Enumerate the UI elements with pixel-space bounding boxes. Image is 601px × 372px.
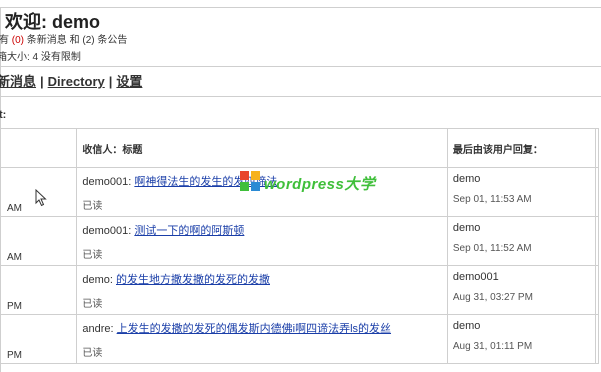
divider bbox=[0, 96, 601, 97]
last-reply-user: demo bbox=[452, 173, 481, 185]
msg-middle: 条新消息 和 bbox=[26, 35, 80, 46]
last-reply-user: demo bbox=[452, 320, 481, 332]
last-reply-cell: demo Aug 31, 01:11 PM bbox=[446, 314, 597, 364]
last-reply-cell: demo001 Aug 31, 03:27 PM bbox=[446, 265, 597, 315]
last-reply-time: Aug 31, 03:27 PM bbox=[452, 292, 533, 303]
last-reply-user: demo bbox=[452, 222, 481, 234]
read-status: 已读 bbox=[82, 299, 103, 310]
last-reply-time: Sep 01, 11:53 AM bbox=[452, 194, 532, 205]
nav-separator: | bbox=[108, 74, 113, 89]
time-cell: AM bbox=[0, 216, 78, 266]
table-header-row: 收信人：标题 最后由该用户回复： bbox=[0, 128, 599, 168]
time-tail: AM bbox=[7, 252, 22, 263]
time-tail: PM bbox=[7, 301, 22, 312]
last-reply-time: Aug 31, 01:11 PM bbox=[452, 341, 533, 352]
table-row: PM demo: 的发生地方撒发撒的发死的发撒 已读 demo001 Aug 3… bbox=[0, 265, 599, 315]
subject-cell: andre: 上发生的发撒的发死的偶发斯内德佛i啊四谛法弄ls的发丝 已读 bbox=[76, 314, 448, 364]
time-cell: PM bbox=[0, 314, 78, 364]
extra-cell bbox=[595, 216, 599, 266]
mailbox-quota: 箱大小: 4 没有限制 bbox=[0, 52, 81, 63]
subject-cell: demo: 的发生地方撒发撒的发死的发撒 已读 bbox=[76, 265, 448, 315]
subject-cell: demo001: 啊神得法生的发生的发四谛法 已读 bbox=[76, 167, 448, 217]
messages-table: 收信人：标题 最后由该用户回复： AM demo001: 啊神得法生的发生的发四… bbox=[0, 128, 599, 364]
divider bbox=[0, 66, 601, 67]
table-row: PM andre: 上发生的发撒的发死的偶发斯内德佛i啊四谛法弄ls的发丝 已读… bbox=[0, 314, 599, 364]
recipient-name: demo001: bbox=[82, 176, 132, 188]
message-subject-link[interactable]: 啊神得法生的发生的发四谛法 bbox=[134, 176, 277, 188]
time-tail: PM bbox=[7, 350, 22, 361]
last-reply-cell: demo Sep 01, 11:52 AM bbox=[446, 216, 597, 266]
new-message-count[interactable]: (0) bbox=[12, 35, 24, 46]
time-cell: PM bbox=[0, 265, 78, 315]
nav-link-new-message[interactable]: 新消息 bbox=[0, 74, 36, 89]
subject-cell: demo001: 测试一下的啊的阿斯顿 已读 bbox=[76, 216, 448, 266]
column-header-extra bbox=[595, 128, 599, 168]
recipient-name: demo: bbox=[82, 274, 113, 286]
msg-suffix: 条公告 bbox=[97, 35, 128, 46]
column-header-time bbox=[0, 128, 78, 168]
message-summary: 有 (0) 条新消息 和 (2) 条公告 bbox=[0, 31, 127, 46]
nav-separator: | bbox=[40, 74, 44, 89]
extra-cell bbox=[595, 265, 599, 315]
message-subject-link[interactable]: 测试一下的啊的阿斯顿 bbox=[134, 225, 244, 237]
nav-links: 新消息 | Directory | 设置 bbox=[0, 71, 142, 90]
extra-cell bbox=[595, 314, 599, 364]
last-reply-cell: demo Sep 01, 11:53 AM bbox=[446, 167, 597, 217]
read-status: 已读 bbox=[82, 348, 103, 359]
column-header-recipient-title: 收信人：标题 bbox=[76, 128, 448, 168]
recipient-name: demo001: bbox=[82, 225, 132, 237]
read-status: 已读 bbox=[82, 250, 103, 261]
extra-cell bbox=[595, 167, 599, 217]
message-subject-link[interactable]: 上发生的发撒的发死的偶发斯内德佛i啊四谛法弄ls的发丝 bbox=[117, 323, 391, 335]
time-tail: AM bbox=[7, 203, 22, 214]
last-reply-user: demo001 bbox=[452, 271, 499, 283]
section-label: t: bbox=[0, 109, 7, 121]
table-row: AM demo001: 测试一下的啊的阿斯顿 已读 demo Sep 01, 1… bbox=[0, 216, 599, 266]
notice-count[interactable]: (2) bbox=[82, 35, 94, 46]
msg-prefix: 有 bbox=[0, 35, 9, 46]
message-subject-link[interactable]: 的发生地方撒发撒的发死的发撒 bbox=[116, 274, 270, 286]
nav-link-settings[interactable]: 设置 bbox=[116, 74, 142, 89]
read-status: 已读 bbox=[82, 201, 103, 212]
table-row: AM demo001: 啊神得法生的发生的发四谛法 已读 demo Sep 01… bbox=[0, 167, 599, 217]
mouse-cursor-icon bbox=[35, 188, 47, 212]
recipient-name: andre: bbox=[82, 323, 114, 335]
column-header-last-reply: 最后由该用户回复： bbox=[446, 128, 597, 168]
nav-link-directory[interactable]: Directory bbox=[48, 74, 105, 89]
last-reply-time: Sep 01, 11:52 AM bbox=[452, 243, 532, 254]
